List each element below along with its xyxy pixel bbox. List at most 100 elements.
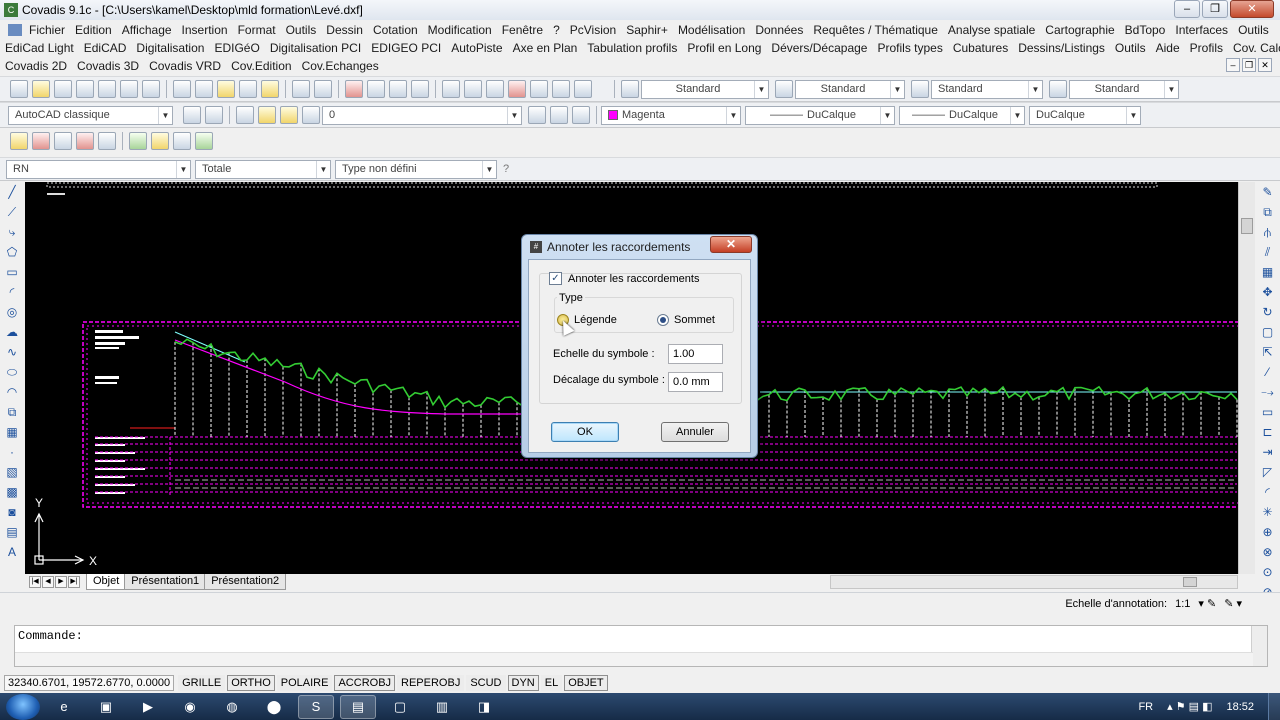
annotation-scale-value[interactable]: 1:1: [1175, 598, 1190, 610]
horizontal-scroll-thumb[interactable]: [1183, 577, 1197, 587]
toggle-grille[interactable]: GRILLE: [178, 675, 226, 691]
preview-icon[interactable]: [98, 80, 116, 98]
layer-lock-icon[interactable]: [302, 106, 320, 124]
menu-item-18[interactable]: BdTopo: [1120, 23, 1171, 37]
make-block-icon[interactable]: ▦: [4, 424, 20, 440]
vertical-scrollbar[interactable]: [1238, 182, 1255, 574]
mirror-icon[interactable]: ⫛: [1260, 224, 1276, 240]
linetype-combo[interactable]: ——— DuCalque ▼: [745, 105, 895, 125]
hatch-icon[interactable]: ▧: [4, 464, 20, 480]
make-current-layer-icon[interactable]: [528, 106, 546, 124]
restore-button[interactable]: ❐: [1202, 0, 1228, 18]
construction-line-icon[interactable]: ⟋: [4, 204, 20, 220]
recorder-icon[interactable]: ◨: [466, 695, 502, 719]
stretch-icon[interactable]: ⇱: [1260, 344, 1276, 360]
table-style-combo[interactable]: Standard ▼: [931, 79, 1043, 99]
menu-item-3[interactable]: Insertion: [177, 23, 233, 37]
menu-item-11[interactable]: PcVision: [565, 23, 621, 37]
next-tab-icon[interactable]: ▶: [55, 576, 67, 588]
open-folder-icon[interactable]: [32, 80, 50, 98]
spline-icon[interactable]: ∿: [4, 344, 20, 360]
layer-on-icon[interactable]: [258, 106, 276, 124]
explorer-folder-icon[interactable]: ▣: [88, 695, 124, 719]
menu-item-7[interactable]: Cotation: [368, 23, 423, 37]
arc-icon[interactable]: ◜: [4, 284, 20, 300]
insert-block-icon[interactable]: ⧉: [4, 404, 20, 420]
polyline-icon[interactable]: ⤷: [4, 224, 20, 240]
plotstyle-combo[interactable]: DuCalque ▼: [1029, 105, 1141, 125]
module-menu-item-15[interactable]: Aide: [1151, 41, 1185, 55]
toggle-accrobj[interactable]: ACCROBJ: [334, 675, 396, 691]
redo-icon[interactable]: [314, 80, 332, 98]
profile-totale-combo[interactable]: Totale ▼: [195, 159, 331, 179]
module-menu-item-11[interactable]: Profils types: [872, 41, 947, 55]
annotation-autoscale-icon[interactable]: ✎ ▾: [1224, 597, 1242, 610]
menu-item-19[interactable]: Interfaces: [1170, 23, 1233, 37]
tab-presentation1[interactable]: Présentation1: [124, 574, 207, 590]
join-icon[interactable]: ⇥: [1260, 444, 1276, 460]
clock[interactable]: 18:52: [1226, 701, 1254, 713]
show-desktop-button[interactable]: [1268, 693, 1280, 720]
covadis-tool-1-icon[interactable]: [10, 132, 28, 150]
internet-explorer-icon[interactable]: e: [46, 695, 82, 719]
module-menu-item-13[interactable]: Dessins/Listings: [1013, 41, 1110, 55]
snap-tool-1-icon[interactable]: ⊕: [1260, 524, 1276, 540]
multileader-style-combo[interactable]: Standard ▼: [1069, 79, 1179, 99]
layer-manager-icon[interactable]: [236, 106, 254, 124]
covadis-tool-5-icon[interactable]: [98, 132, 116, 150]
cut-icon[interactable]: [173, 80, 191, 98]
menu-item-13[interactable]: Modélisation: [673, 23, 750, 37]
doc-minimize-button[interactable]: –: [1226, 58, 1240, 72]
prev-tab-icon[interactable]: ◀: [42, 576, 54, 588]
dialog-close-button[interactable]: ✕: [710, 236, 752, 253]
gradient-icon[interactable]: ▩: [4, 484, 20, 500]
text-style-icon[interactable]: [621, 80, 639, 98]
menu-item-14[interactable]: Données: [750, 23, 808, 37]
covadis-tool-9-icon[interactable]: [195, 132, 213, 150]
markup-icon[interactable]: [530, 80, 548, 98]
print-icon[interactable]: [76, 80, 94, 98]
module-menu-item-14[interactable]: Outils: [1110, 41, 1151, 55]
annotate-checkbox[interactable]: ✓ Annoter les raccordements: [549, 272, 699, 285]
checkmark-icon[interactable]: ✓: [549, 272, 562, 285]
ellipse-icon[interactable]: ⬭: [4, 364, 20, 380]
toggle-scud[interactable]: SCUD: [466, 675, 506, 691]
help-question-icon[interactable]: ?: [503, 163, 509, 175]
rectangle-icon[interactable]: ▭: [4, 264, 20, 280]
region-icon[interactable]: ◙: [4, 504, 20, 520]
module-menu-item-12[interactable]: Cubatures: [948, 41, 1013, 55]
sheet-set-icon[interactable]: [508, 80, 526, 98]
match-properties-icon[interactable]: [239, 80, 257, 98]
zoom-previous-icon[interactable]: [411, 80, 429, 98]
covadis-tool-6-icon[interactable]: [129, 132, 147, 150]
covadis-tool-3-icon[interactable]: [54, 132, 72, 150]
toggle-reperobj[interactable]: REPEROBJ: [397, 675, 465, 691]
toggle-dyn[interactable]: DYN: [507, 675, 539, 691]
menu-item-5[interactable]: Outils: [281, 23, 322, 37]
text-style-combo[interactable]: Standard ▼: [641, 79, 769, 99]
covadis-tool-4-icon[interactable]: [76, 132, 94, 150]
command-line[interactable]: Commande:: [14, 625, 1268, 667]
lineweight-combo[interactable]: ——— DuCalque ▼: [899, 105, 1025, 125]
fillet-icon[interactable]: ◜: [1260, 484, 1276, 500]
profile-rn-combo[interactable]: RN ▼: [6, 159, 191, 179]
menu-item-8[interactable]: Modification: [423, 23, 497, 37]
explode-icon[interactable]: ✳: [1260, 504, 1276, 520]
extend-icon[interactable]: ⤍: [1260, 384, 1276, 400]
covadis-menu-item-3[interactable]: Cov.Edition: [226, 59, 296, 73]
copy-icon[interactable]: [195, 80, 213, 98]
toggle-ortho[interactable]: ORTHO: [227, 675, 275, 691]
tray-icons[interactable]: ▴ ⚑ ▤ ◧: [1167, 700, 1212, 713]
ok-button[interactable]: OK: [551, 422, 619, 442]
toggle-polaire[interactable]: POLAIRE: [276, 675, 333, 691]
covadis-menu-item-2[interactable]: Covadis VRD: [144, 59, 226, 73]
calculator-icon[interactable]: [552, 80, 570, 98]
break-icon[interactable]: ⊏: [1260, 424, 1276, 440]
covadis-tool-8-icon[interactable]: [173, 132, 191, 150]
covadis-menu-item-0[interactable]: Covadis 2D: [0, 59, 72, 73]
acrobat-icon[interactable]: ⬤: [256, 695, 292, 719]
menu-item-2[interactable]: Affichage: [117, 23, 177, 37]
move-icon[interactable]: ✥: [1260, 284, 1276, 300]
plot-icon[interactable]: [142, 80, 160, 98]
menu-item-0[interactable]: Fichier: [24, 23, 70, 37]
